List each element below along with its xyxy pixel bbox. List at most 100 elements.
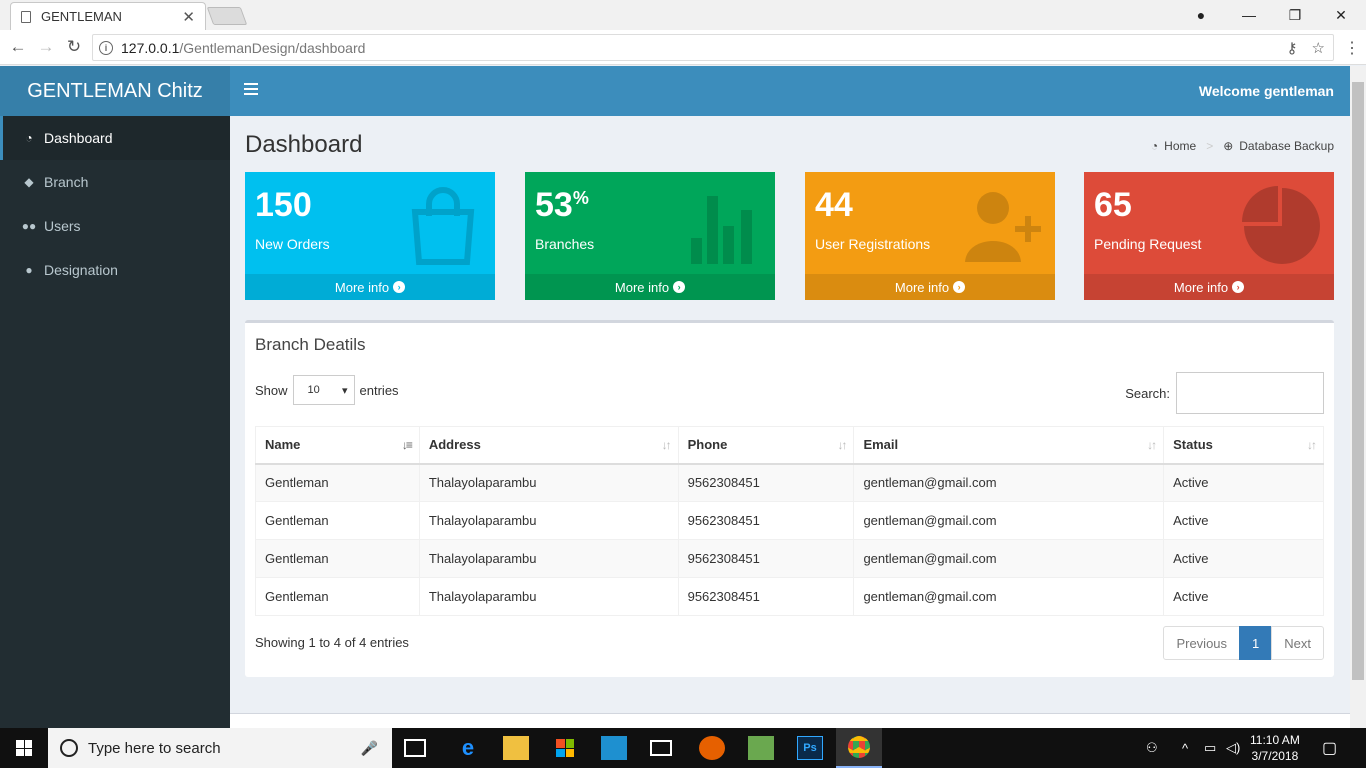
cell-email: gentleman@gmail.com	[853, 539, 1165, 578]
panel-title: Branch Deatils	[255, 335, 366, 354]
table-row: Gentleman Thalayolaparambu 9562308451 ge…	[255, 539, 1324, 578]
show-label: Show	[255, 382, 288, 398]
arrow-circle-right-icon: ›	[953, 281, 966, 293]
top-navbar: Welcome gentleman	[230, 66, 1350, 116]
page-icon	[21, 10, 31, 23]
page-length-select[interactable]: 10 ▾	[292, 375, 355, 405]
sidebar-item-dashboard[interactable]: ◔ Dashboard	[0, 116, 230, 160]
info-icon[interactable]: i	[99, 40, 113, 55]
stat-boxes: 150 New Orders More info › 53% Branches M…	[245, 172, 1334, 300]
photoshop-icon[interactable]: Ps	[797, 736, 823, 760]
stat-value: 150	[255, 186, 312, 224]
column-header-email[interactable]: Email ↓↑	[853, 426, 1165, 465]
taskbar-search[interactable]: Type here to search 🎤	[48, 728, 392, 768]
page-scrollbar[interactable]	[1350, 66, 1366, 728]
arrow-circle-right-icon: ›	[673, 281, 686, 293]
more-info-link[interactable]: More info ›	[805, 274, 1055, 300]
minimize-button[interactable]: —	[1226, 0, 1272, 30]
main-content: Dashboard ◔ Home > ⊕ Database Backup 150…	[230, 116, 1350, 728]
firefox-icon[interactable]	[699, 736, 725, 760]
people-icon[interactable]: ⚇	[1146, 728, 1158, 768]
volume-icon[interactable]: ◁)	[1226, 728, 1240, 768]
search-input[interactable]	[1176, 372, 1324, 414]
edge-icon[interactable]: e	[455, 735, 481, 760]
network-icon[interactable]: ▭	[1204, 728, 1216, 768]
chrome-icon[interactable]	[836, 728, 882, 768]
page-title: Dashboard	[245, 131, 363, 158]
start-button[interactable]	[0, 728, 48, 768]
scrollbar-thumb[interactable]	[1352, 82, 1364, 680]
restore-button[interactable]: ❐	[1272, 0, 1318, 30]
profile-icon[interactable]: ●	[1178, 0, 1224, 30]
browser-tab[interactable]: GENTLEMAN ✕	[10, 2, 206, 30]
store-icon[interactable]	[552, 736, 578, 760]
file-explorer-icon[interactable]	[503, 736, 529, 760]
dashboard-icon: ◔	[25, 131, 33, 145]
url-host: 127.0.0.1	[121, 39, 180, 56]
tray-expand-icon[interactable]: ^	[1182, 728, 1188, 768]
url-path: /GentlemanDesign/dashboard	[179, 39, 366, 56]
stat-box-pending-request: 65 Pending Request More info ›	[1084, 172, 1334, 300]
cell-name: Gentleman	[255, 463, 420, 502]
search-label: Search:	[1125, 385, 1170, 401]
column-header-status[interactable]: Status ↓↑	[1163, 426, 1324, 465]
sort-asc-icon: ↓≡	[401, 438, 413, 452]
microphone-icon[interactable]: 🎤	[361, 740, 378, 757]
sidebar-toggle-icon[interactable]	[244, 83, 258, 95]
breadcrumb-database-backup[interactable]: Database Backup	[1239, 139, 1334, 153]
stat-label: User Registrations	[815, 236, 931, 252]
branch-details-panel: Branch Deatils Show 10 ▾ entries Search: …	[245, 320, 1334, 677]
task-view-icon[interactable]	[404, 739, 426, 757]
bookmark-star-icon[interactable]: ☆	[1312, 39, 1325, 57]
notepad-plus-icon[interactable]	[748, 736, 774, 760]
key-icon[interactable]: ⚷	[1287, 39, 1298, 57]
column-header-phone[interactable]: Phone ↓↑	[677, 426, 855, 465]
forward-icon[interactable]: →	[35, 36, 57, 58]
new-tab-button[interactable]	[206, 7, 248, 25]
pagination: Previous 1 Next	[1163, 626, 1324, 660]
address-bar[interactable]: i 127.0.0.1/GentlemanDesign/dashboard ⚷ …	[92, 34, 1334, 61]
menu-kebab-icon[interactable]: ⋮	[1344, 38, 1360, 58]
more-info-link[interactable]: More info ›	[245, 274, 495, 300]
more-info-link[interactable]: More info ›	[525, 274, 775, 300]
entries-label: entries	[359, 382, 399, 398]
more-info-link[interactable]: More info ›	[1084, 274, 1334, 300]
sort-icon: ↓↑	[1307, 438, 1317, 452]
cortana-icon	[60, 739, 78, 757]
back-icon[interactable]: ←	[7, 36, 29, 58]
reload-icon[interactable]: ↻	[63, 36, 85, 58]
action-center-icon[interactable]: ▢	[1322, 728, 1337, 768]
pie-chart-icon	[1242, 186, 1320, 264]
sidebar-item-users[interactable]: ●● Users	[0, 204, 230, 248]
cell-status: Active	[1163, 539, 1324, 578]
next-button[interactable]: Next	[1271, 626, 1324, 660]
sidebar-item-branch[interactable]: ◆ Branch	[0, 160, 230, 204]
cell-phone: 9562308451	[677, 539, 855, 578]
table-search: Search:	[1125, 372, 1324, 414]
cell-email: gentleman@gmail.com	[853, 463, 1165, 502]
cell-address: Thalayolaparambu	[418, 577, 679, 616]
breadcrumb-home[interactable]: Home	[1164, 139, 1196, 153]
cell-phone: 9562308451	[677, 501, 855, 540]
caret-down-icon: ▾	[342, 384, 348, 397]
sidebar-item-designation[interactable]: ● Designation	[0, 248, 230, 292]
branch-table: Name ↓≡ Address ↓↑ Phone ↓↑ Email ↓↑ Status ↓…	[255, 426, 1324, 616]
clock-date: 3/7/2018	[1251, 749, 1299, 763]
users-icon: ●●	[21, 219, 37, 233]
stat-label: New Orders	[255, 236, 330, 252]
user-welcome[interactable]: Welcome gentleman	[1199, 83, 1334, 99]
mail-icon[interactable]	[650, 740, 672, 756]
column-header-address[interactable]: Address ↓↑	[418, 426, 679, 465]
previous-button[interactable]: Previous	[1163, 626, 1241, 660]
system-clock[interactable]: 11:10 AM 3/7/2018	[1250, 732, 1300, 764]
close-window-button[interactable]: ✕	[1318, 0, 1364, 30]
brand-logo[interactable]: GENTLEMAN Chitz	[0, 66, 230, 116]
page-length-control: Show 10 ▾ entries	[255, 375, 399, 405]
close-tab-icon[interactable]: ✕	[182, 8, 195, 26]
cell-status: Active	[1163, 463, 1324, 502]
table-info: Showing 1 to 4 of 4 entries	[255, 635, 409, 650]
column-header-name[interactable]: Name ↓≡	[255, 426, 420, 465]
dashboard-icon: ◔	[1150, 139, 1159, 153]
calculator-icon[interactable]	[601, 736, 627, 760]
page-1-button[interactable]: 1	[1239, 626, 1273, 660]
